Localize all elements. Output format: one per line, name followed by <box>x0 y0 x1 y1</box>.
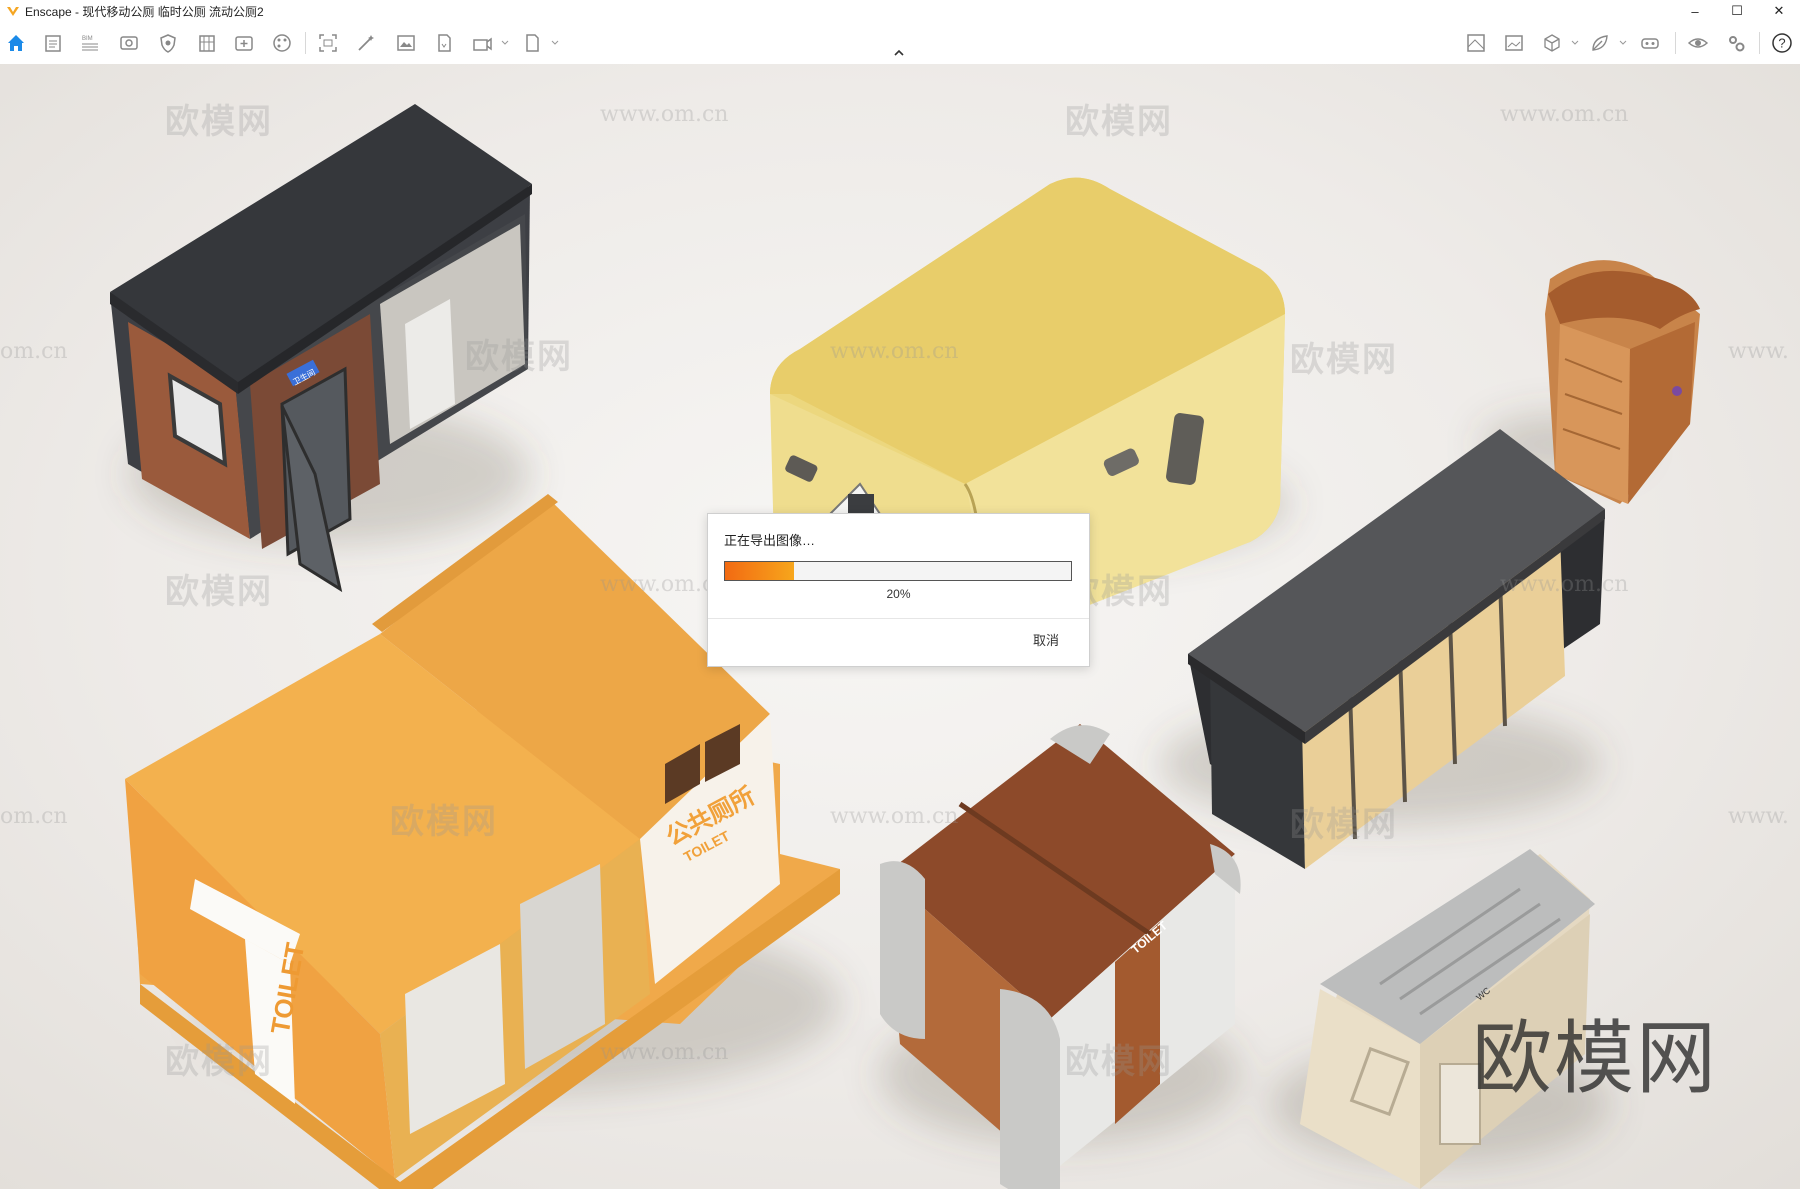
bim-label: BIM <box>82 36 93 42</box>
dialog-title: 正在导出图像… <box>724 533 816 548</box>
capture-icon[interactable] <box>316 31 340 55</box>
close-button[interactable]: ✕ <box>1758 0 1800 22</box>
watermark-logo: 欧模网 <box>1065 1042 1173 1082</box>
wooden-outhouse <box>1545 260 1700 504</box>
eye-icon[interactable] <box>1686 31 1710 55</box>
watermark-logo: 欧模网 <box>165 102 273 142</box>
watermark-logo: 欧模网 <box>465 337 573 377</box>
watermark-url-partial: om.cn <box>0 339 68 364</box>
title-bar: Enscape - 现代移动公厕 临时公厕 流动公厕2 – ☐ ✕ <box>0 0 1800 22</box>
progress-bar-fill <box>725 562 795 580</box>
shield-icon[interactable] <box>156 31 180 55</box>
dialog-divider <box>708 618 1089 619</box>
toolbar: BIM ? <box>0 22 1800 65</box>
watermark-url: www.om.cn <box>600 1040 729 1065</box>
minimize-button[interactable]: – <box>1674 0 1716 22</box>
watermark-logo: 欧模网 <box>1290 340 1398 380</box>
gallery-icon[interactable] <box>1502 31 1526 55</box>
project-icon[interactable] <box>41 31 65 55</box>
toolbar-separator <box>1759 32 1760 54</box>
watermark-logo-large: 欧模网 <box>1472 1012 1718 1105</box>
materials-icon[interactable] <box>270 31 294 55</box>
cube-icon[interactable] <box>1540 31 1564 55</box>
file-icon[interactable] <box>520 31 544 55</box>
window-controls: – ☐ ✕ <box>1674 0 1800 22</box>
cancel-button[interactable]: 取消 <box>1033 630 1059 649</box>
vr-icon[interactable] <box>1638 31 1662 55</box>
visual-settings-icon[interactable] <box>117 31 141 55</box>
watermark-url-partial: www. <box>1728 804 1789 829</box>
leaf-icon[interactable] <box>1588 31 1612 55</box>
watermark-logo: 欧模网 <box>165 572 273 612</box>
watermark-logo: 欧模网 <box>390 802 498 842</box>
building-icon[interactable] <box>195 31 219 55</box>
watermark-url: www.om.cn <box>830 804 959 829</box>
help-label: ? <box>1778 36 1785 51</box>
export-icon[interactable] <box>432 31 456 55</box>
window-title: Enscape - 现代移动公厕 临时公厕 流动公厕2 <box>25 4 264 19</box>
enscape-logo-icon <box>7 7 19 16</box>
progress-percentage: 20% <box>886 587 911 601</box>
chevron-down-icon[interactable] <box>1618 38 1628 48</box>
watermark-url-partial: om.cn <box>0 804 68 829</box>
watermark-url: www.om.cn <box>600 102 729 127</box>
chevron-down-icon[interactable] <box>550 38 560 48</box>
render-icon[interactable] <box>470 31 494 55</box>
watermark-url: www.om.cn <box>1500 102 1629 127</box>
watermark-logo: 欧模网 <box>165 1042 273 1082</box>
watermark-logo: 欧模网 <box>1290 805 1398 845</box>
watermark-logo: 欧模网 <box>1065 102 1173 142</box>
home-icon[interactable] <box>4 31 28 55</box>
bim-icon[interactable]: BIM <box>78 31 102 55</box>
magic-icon[interactable] <box>354 31 378 55</box>
watermark-url: www.om.cn <box>1500 572 1629 597</box>
chevron-down-icon[interactable] <box>500 38 510 48</box>
watermark-url: www.om.cn <box>830 339 959 364</box>
collapse-toolbar-chevron-icon[interactable] <box>892 48 906 58</box>
watermark-url-partial: www. <box>1728 339 1789 364</box>
image-icon[interactable] <box>394 31 418 55</box>
progress-bar <box>724 561 1072 581</box>
help-icon[interactable]: ? <box>1770 31 1794 55</box>
maximize-button[interactable]: ☐ <box>1716 0 1758 22</box>
export-progress-dialog: 正在导出图像… 20% 取消 <box>707 513 1090 667</box>
settings-icon[interactable] <box>1724 31 1748 55</box>
map-icon[interactable] <box>1464 31 1488 55</box>
chevron-down-icon[interactable] <box>1570 38 1580 48</box>
toolbar-separator <box>305 32 306 54</box>
toolbar-separator <box>1675 32 1676 54</box>
add-view-icon[interactable] <box>232 31 256 55</box>
